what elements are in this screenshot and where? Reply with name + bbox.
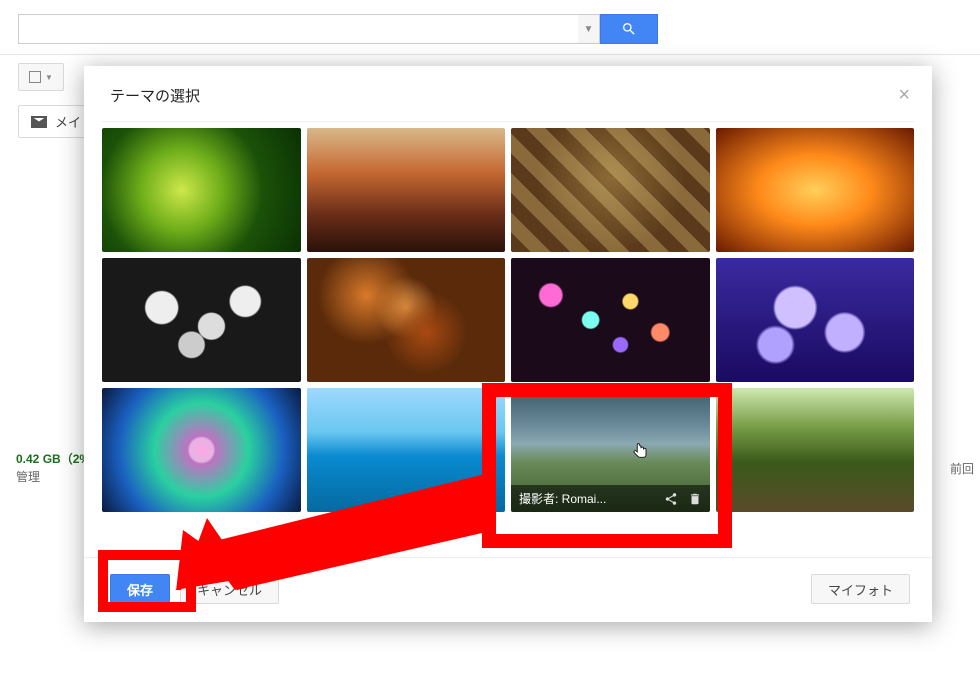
cancel-button-label: キャンセル — [197, 580, 262, 599]
nav-inbox[interactable]: メイ — [18, 105, 94, 138]
cursor-hand-icon — [631, 440, 651, 464]
theme-thumb[interactable] — [307, 128, 506, 252]
last-login: 前回 — [950, 460, 974, 477]
save-button-label: 保存 — [127, 580, 153, 599]
inbox-icon — [31, 116, 47, 128]
theme-caption-text: 撮影者: Romai... — [519, 490, 606, 507]
search-icon — [621, 21, 637, 37]
modal-footer: 保存 キャンセル マイフォト — [84, 557, 932, 622]
search-dropdown-toggle[interactable]: ▼ — [578, 14, 600, 44]
theme-thumb[interactable] — [307, 388, 506, 512]
theme-thumb[interactable] — [511, 258, 710, 382]
nav-inbox-label: メイ — [55, 112, 81, 131]
search-bar: ▼ — [18, 14, 658, 44]
modal-title: テーマの選択 — [110, 85, 200, 106]
search-button[interactable] — [600, 14, 658, 44]
cancel-button[interactable]: キャンセル — [180, 574, 279, 604]
theme-thumb[interactable] — [102, 258, 301, 382]
save-button[interactable]: 保存 — [110, 574, 170, 604]
share-icon[interactable] — [664, 492, 678, 506]
theme-thumb-selected[interactable]: 撮影者: Romai... — [511, 388, 710, 512]
theme-thumb[interactable] — [511, 128, 710, 252]
theme-grid: 撮影者: Romai... — [102, 126, 914, 514]
theme-thumb[interactable] — [102, 388, 301, 512]
trash-icon[interactable] — [688, 492, 702, 506]
theme-thumbnails-area: 撮影者: Romai... — [102, 121, 914, 521]
last-login-text: 前回 — [950, 462, 974, 476]
caret-down-icon: ▼ — [45, 73, 53, 82]
theme-thumb[interactable] — [307, 258, 506, 382]
my-photos-button[interactable]: マイフォト — [811, 574, 910, 604]
theme-picker-modal: テーマの選択 × 撮影者: Romai... — [84, 66, 932, 622]
modal-header: テーマの選択 × — [84, 66, 932, 121]
select-all-dropdown[interactable]: ▼ — [18, 63, 64, 91]
top-bar: ▼ — [0, 0, 980, 55]
my-photos-label: マイフォト — [828, 580, 893, 599]
checkbox-icon — [29, 71, 41, 83]
search-input[interactable] — [18, 14, 578, 44]
theme-caption-bar: 撮影者: Romai... — [511, 485, 710, 512]
theme-thumb[interactable] — [716, 388, 915, 512]
theme-thumb[interactable] — [716, 128, 915, 252]
close-icon[interactable]: × — [898, 84, 910, 107]
theme-thumb[interactable] — [102, 128, 301, 252]
theme-thumb[interactable] — [716, 258, 915, 382]
